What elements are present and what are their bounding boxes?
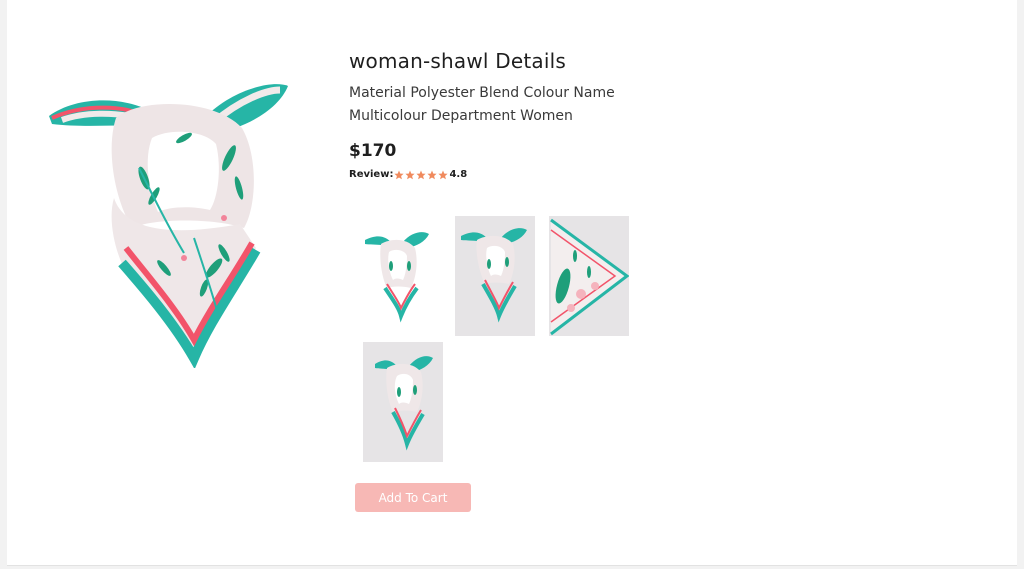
- rating-stars: [394, 170, 449, 180]
- rating-value: 4.8: [449, 169, 468, 180]
- thumbnail-2[interactable]: [455, 216, 535, 336]
- thumbnail-1[interactable]: [355, 216, 435, 336]
- review-label: Review:: [349, 169, 394, 180]
- main-product-image[interactable]: [44, 78, 294, 370]
- thumbnail-3[interactable]: [549, 216, 629, 336]
- thumbnail-gallery: [355, 216, 635, 466]
- star-icon: [405, 170, 416, 180]
- star-icon: [394, 170, 405, 180]
- product-description: Material Polyester Blend Colour Name Mul…: [349, 85, 615, 124]
- product-price: $170: [349, 141, 397, 161]
- product-title: woman-shawl Details: [349, 49, 566, 73]
- star-icon: [427, 170, 438, 180]
- add-to-cart-button[interactable]: Add To Cart: [355, 483, 471, 512]
- thumbnail-4[interactable]: [363, 342, 443, 462]
- product-review: Review: 4.8: [349, 168, 689, 182]
- star-icon: [438, 170, 449, 180]
- star-icon: [416, 170, 427, 180]
- product-details: woman-shawl Details Material Polyester B…: [349, 46, 689, 182]
